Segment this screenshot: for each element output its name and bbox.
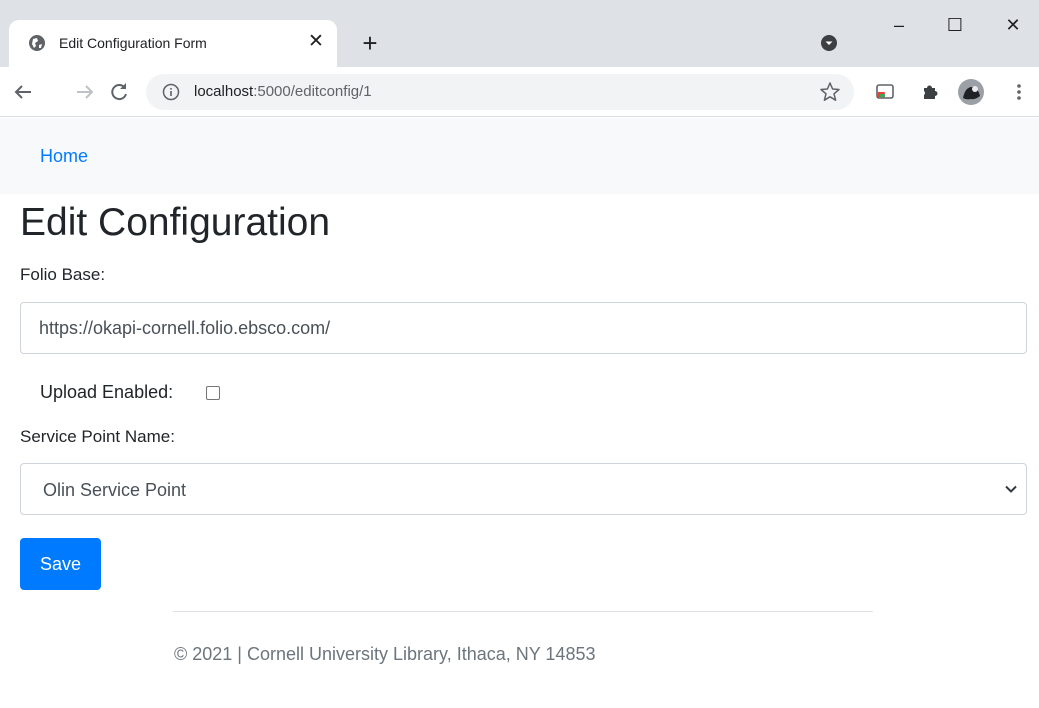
tab-close-icon[interactable]: ✕ xyxy=(306,31,326,53)
url-text: localhost:5000/editconfig/1 xyxy=(194,83,372,100)
service-point-select[interactable]: Olin Service Point xyxy=(20,463,1027,515)
puzzle-icon[interactable] xyxy=(918,80,942,104)
reload-icon[interactable] xyxy=(107,80,131,104)
window-minimize-button[interactable]: – xyxy=(876,10,922,40)
chevron-down-icon xyxy=(1005,485,1017,493)
info-icon[interactable] xyxy=(162,83,180,101)
kebab-menu-icon[interactable] xyxy=(1007,80,1031,104)
browser-tab-active[interactable]: Edit Configuration Form ✕ xyxy=(9,20,337,67)
browser-toolbar: localhost:5000/editconfig/1 xyxy=(0,67,1039,117)
save-button[interactable]: Save xyxy=(20,538,101,590)
service-point-selected-value: Olin Service Point xyxy=(43,480,187,500)
folio-base-label: Folio Base: xyxy=(20,265,106,284)
avatar[interactable] xyxy=(957,78,985,106)
window-close-button[interactable]: ✕ xyxy=(990,10,1036,40)
back-arrow-icon[interactable] xyxy=(11,80,35,104)
star-icon[interactable] xyxy=(819,81,841,103)
url-path: :5000/editconfig/1 xyxy=(253,83,372,100)
service-point-label: Service Point Name: xyxy=(20,427,175,446)
browser-tabstrip: Edit Configuration Form ✕ + – ☐ ✕ xyxy=(0,0,1039,67)
footer-divider xyxy=(173,611,873,612)
tab-title: Edit Configuration Form xyxy=(59,35,207,51)
folio-base-input[interactable] xyxy=(20,302,1027,354)
url-host: localhost xyxy=(194,83,254,100)
home-link[interactable]: Home xyxy=(40,146,88,167)
footer-copyright: © 2021 | Cornell University Library, Ith… xyxy=(174,644,596,664)
site-navbar: Home xyxy=(0,118,1039,194)
upload-enabled-checkbox[interactable] xyxy=(206,386,220,400)
new-tab-button[interactable]: + xyxy=(357,30,383,56)
globe-icon xyxy=(29,35,45,51)
cast-icon[interactable] xyxy=(873,80,897,104)
forward-arrow-icon[interactable] xyxy=(73,80,97,104)
upload-enabled-label: Upload Enabled: xyxy=(40,382,174,402)
tab-search-icon[interactable] xyxy=(820,34,838,52)
page-title: Edit Configuration xyxy=(20,201,331,244)
window-maximize-button[interactable]: ☐ xyxy=(932,10,978,40)
address-bar[interactable]: localhost:5000/editconfig/1 xyxy=(146,74,854,110)
